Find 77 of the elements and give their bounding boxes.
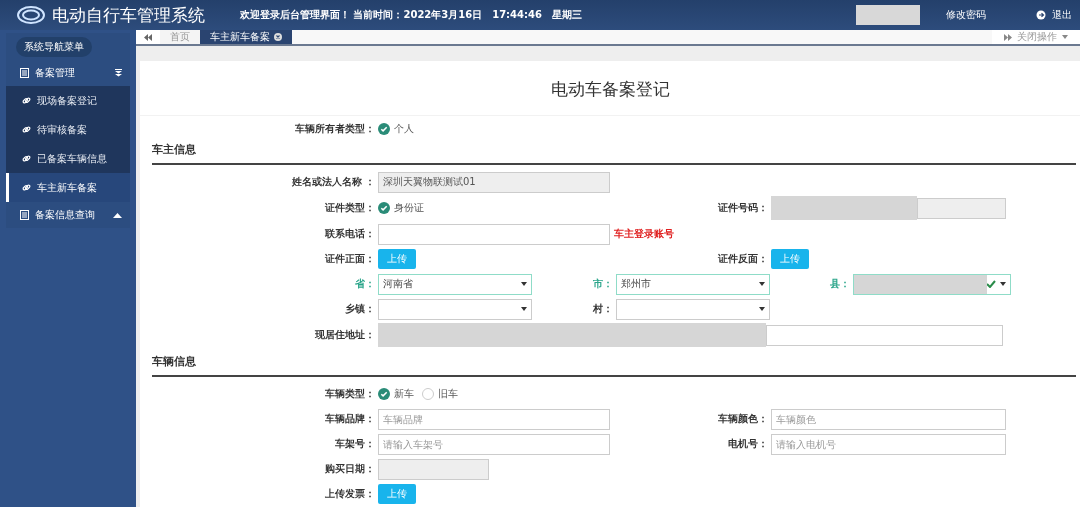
text-field[interactable]: 车辆颜色 bbox=[771, 408, 1006, 430]
check-icon bbox=[986, 280, 996, 288]
menu-item[interactable]: 已备案车辆信息 bbox=[6, 144, 130, 173]
double-chevron-down-icon bbox=[115, 69, 122, 77]
radio-checked-icon[interactable] bbox=[378, 202, 390, 214]
field-label: 县： bbox=[829, 277, 850, 291]
double-left-arrow-icon bbox=[144, 33, 152, 41]
field-label: 省： bbox=[354, 277, 375, 291]
field-label: 乡镇： bbox=[344, 302, 375, 316]
caret-up-icon bbox=[113, 212, 122, 218]
field-label: 证件反面： bbox=[717, 252, 768, 266]
text-field[interactable] bbox=[765, 324, 1003, 346]
link-icon bbox=[22, 183, 31, 192]
logout-icon bbox=[1036, 10, 1046, 20]
menu-item[interactable]: 车主新车备案 bbox=[6, 173, 130, 202]
field-label: 市： bbox=[592, 277, 613, 291]
select-field[interactable] bbox=[853, 273, 1011, 295]
field-label: 车架号： bbox=[334, 437, 375, 451]
link-icon bbox=[22, 154, 31, 163]
field-label: 证件类型： bbox=[324, 201, 375, 215]
document-icon bbox=[20, 68, 29, 78]
field-label: 电机号： bbox=[727, 437, 768, 451]
scroll-left-button[interactable] bbox=[136, 30, 160, 44]
app-title: 电动自行车管理系统 bbox=[52, 3, 206, 27]
field-label: 车辆品牌： bbox=[324, 412, 375, 426]
select-field[interactable] bbox=[616, 298, 770, 320]
field-label: 车辆颜色： bbox=[717, 412, 768, 426]
logo-icon bbox=[16, 4, 46, 26]
menu-group[interactable]: 备案信息查询 bbox=[6, 202, 130, 228]
document-icon bbox=[20, 210, 29, 220]
link-icon bbox=[22, 96, 31, 105]
close-icon[interactable] bbox=[274, 33, 282, 41]
field-label: 车辆类型： bbox=[324, 387, 375, 401]
option-label: 新车 bbox=[394, 387, 414, 401]
field-label: 现居住地址： bbox=[314, 328, 375, 342]
text-field[interactable]: 请输入车架号 bbox=[378, 433, 610, 455]
field-label: 村： bbox=[592, 302, 613, 316]
field-label: 上传发票： bbox=[324, 487, 375, 501]
form-title: 电动车备案登记 bbox=[549, 78, 671, 101]
menu-group[interactable]: 备案管理 bbox=[6, 60, 130, 86]
dropdown-caret-icon bbox=[521, 282, 527, 286]
radio-unchecked-icon[interactable] bbox=[422, 388, 434, 400]
menu-item[interactable]: 现场备案登记 bbox=[6, 86, 130, 115]
logout-link[interactable]: 退出 bbox=[1036, 8, 1072, 22]
menu-item[interactable]: 待审核备案 bbox=[6, 115, 130, 144]
text-field[interactable]: 车辆品牌 bbox=[378, 408, 610, 430]
select-field[interactable]: 郑州市 bbox=[616, 273, 770, 295]
option-label: 身份证 bbox=[394, 201, 424, 215]
field-label: 购买日期： bbox=[324, 462, 375, 476]
option-label: 个人 bbox=[394, 122, 414, 136]
dropdown-caret-icon bbox=[1000, 282, 1006, 286]
field-label: 证件正面： bbox=[324, 252, 375, 266]
welcome-text: 欢迎登录后台管理界面！ 当前时间：2022年3月16日 17:44:46 星期三 bbox=[240, 8, 582, 22]
change-password-link[interactable]: 修改密码 bbox=[946, 8, 986, 22]
dropdown-caret-icon bbox=[759, 282, 765, 286]
menu-heading: 系统导航菜单 bbox=[16, 37, 92, 57]
field-label: 证件号码： bbox=[717, 201, 768, 215]
dropdown-caret-icon bbox=[521, 307, 527, 311]
redacted-area bbox=[856, 5, 920, 25]
select-field[interactable] bbox=[378, 298, 532, 320]
text-field[interactable]: 请输入电机号 bbox=[771, 433, 1006, 455]
select-field[interactable]: 河南省 bbox=[378, 273, 532, 295]
hint-text: 车主登录账号 bbox=[614, 227, 674, 241]
link-icon bbox=[22, 125, 31, 134]
radio-checked-icon[interactable] bbox=[378, 123, 390, 135]
field-label: 姓名或法人名称 ： bbox=[290, 175, 375, 189]
option-label: 旧车 bbox=[438, 387, 458, 401]
section-heading: 车主信息 bbox=[152, 138, 1076, 165]
section-heading: 车辆信息 bbox=[152, 350, 1076, 377]
dropdown-caret-icon bbox=[759, 307, 765, 311]
radio-checked-icon[interactable] bbox=[378, 388, 390, 400]
double-right-arrow-icon bbox=[1004, 33, 1012, 41]
field-label: 车辆所有者类型： bbox=[294, 122, 375, 136]
tab[interactable]: 车主新车备案 bbox=[200, 30, 292, 44]
field-label: 联系电话： bbox=[324, 227, 375, 241]
caret-down-icon bbox=[1062, 35, 1068, 39]
text-field[interactable] bbox=[378, 223, 610, 245]
